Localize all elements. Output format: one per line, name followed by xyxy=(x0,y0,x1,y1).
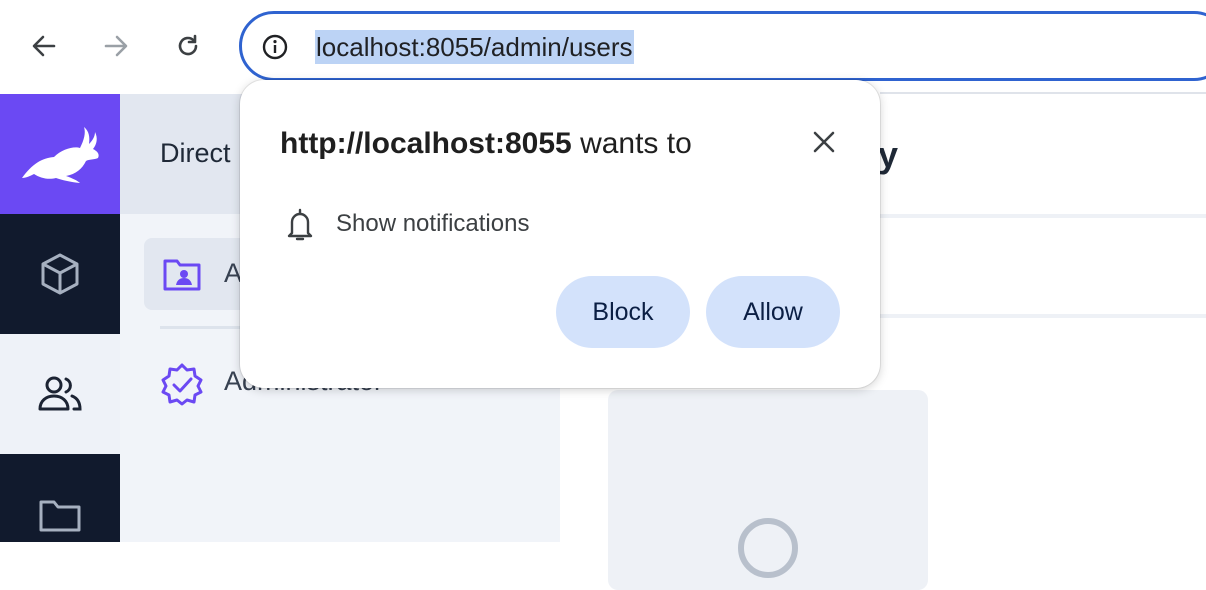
site-info-icon[interactable] xyxy=(262,34,288,60)
forward-arrow-icon[interactable] xyxy=(94,24,138,68)
dialog-title-suffix: wants to xyxy=(580,127,692,160)
logo-icon[interactable] xyxy=(0,94,120,214)
bell-icon xyxy=(284,208,316,242)
box-icon[interactable] xyxy=(0,214,120,334)
avatar-placeholder-icon xyxy=(738,518,798,578)
back-arrow-icon[interactable] xyxy=(22,24,66,68)
url-text[interactable]: localhost:8055/admin/users xyxy=(315,30,634,64)
folder-user-icon xyxy=(162,256,202,292)
allow-button[interactable]: Allow xyxy=(706,276,840,348)
folder-icon[interactable] xyxy=(0,454,120,574)
module-rail xyxy=(0,94,120,542)
notification-permission-dialog: http://localhost:8055 wants to Show noti… xyxy=(240,80,880,388)
dialog-title: http://localhost:8055 wants to xyxy=(280,126,692,162)
close-icon[interactable] xyxy=(806,124,842,160)
users-icon[interactable] xyxy=(0,334,120,454)
verified-badge-icon xyxy=(160,362,204,406)
browser-toolbar: localhost:8055/admin/users xyxy=(0,0,1206,92)
reload-icon[interactable] xyxy=(166,24,210,68)
block-button[interactable]: Block xyxy=(556,276,690,348)
panel-title: Direct xyxy=(160,138,231,168)
address-bar[interactable]: localhost:8055/admin/users xyxy=(239,11,1206,81)
permission-label: Show notifications xyxy=(336,210,530,237)
user-card[interactable] xyxy=(608,390,928,590)
dialog-origin: http://localhost:8055 xyxy=(280,127,572,160)
